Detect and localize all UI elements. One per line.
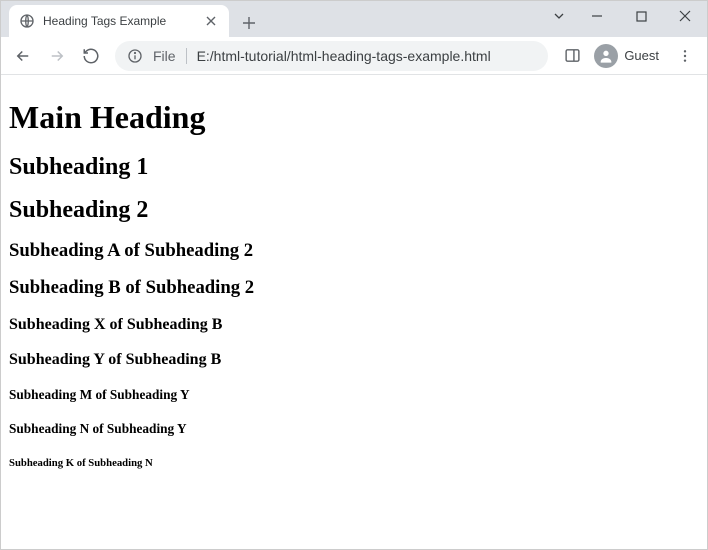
new-tab-button[interactable] <box>235 9 263 37</box>
browser-tab[interactable]: Heading Tags Example <box>9 5 229 37</box>
heading-h1: Main Heading <box>9 99 699 136</box>
chevron-down-icon[interactable] <box>543 1 575 31</box>
url-divider <box>186 48 187 64</box>
profile-label: Guest <box>624 48 659 63</box>
url-scheme-label: File <box>153 48 176 64</box>
forward-button[interactable] <box>41 40 73 72</box>
heading-h5: Subheading M of Subheading Y <box>9 387 699 403</box>
maximize-button[interactable] <box>619 1 663 31</box>
heading-h2: Subheading 2 <box>9 197 699 224</box>
reload-button[interactable] <box>75 40 107 72</box>
toolbar: File E:/html-tutorial/html-heading-tags-… <box>1 37 707 75</box>
tab-title: Heading Tags Example <box>43 14 195 28</box>
heading-h2: Subheading 1 <box>9 154 699 181</box>
close-window-button[interactable] <box>663 1 707 31</box>
address-bar[interactable]: File E:/html-tutorial/html-heading-tags-… <box>115 41 548 71</box>
heading-h3: Subheading A of Subheading 2 <box>9 240 699 262</box>
menu-icon[interactable] <box>669 40 701 72</box>
side-panel-icon[interactable] <box>556 40 588 72</box>
profile-button[interactable]: Guest <box>592 42 665 70</box>
heading-h5: Subheading N of Subheading Y <box>9 421 699 437</box>
avatar-icon <box>594 44 618 68</box>
info-icon[interactable] <box>127 48 143 64</box>
heading-h4: Subheading X of Subheading B <box>9 316 699 334</box>
globe-icon <box>19 13 35 29</box>
close-tab-icon[interactable] <box>203 13 219 29</box>
titlebar: Heading Tags Example <box>1 1 707 37</box>
page-content: Main Heading Subheading 1 Subheading 2 S… <box>1 75 707 495</box>
url-text: E:/html-tutorial/html-heading-tags-examp… <box>197 48 491 64</box>
heading-h6: Subheading K of Subheading N <box>9 457 699 469</box>
heading-h3: Subheading B of Subheading 2 <box>9 277 699 299</box>
window-controls <box>543 1 707 31</box>
back-button[interactable] <box>7 40 39 72</box>
toolbar-right: Guest <box>556 40 701 72</box>
heading-h4: Subheading Y of Subheading B <box>9 351 699 369</box>
minimize-button[interactable] <box>575 1 619 31</box>
